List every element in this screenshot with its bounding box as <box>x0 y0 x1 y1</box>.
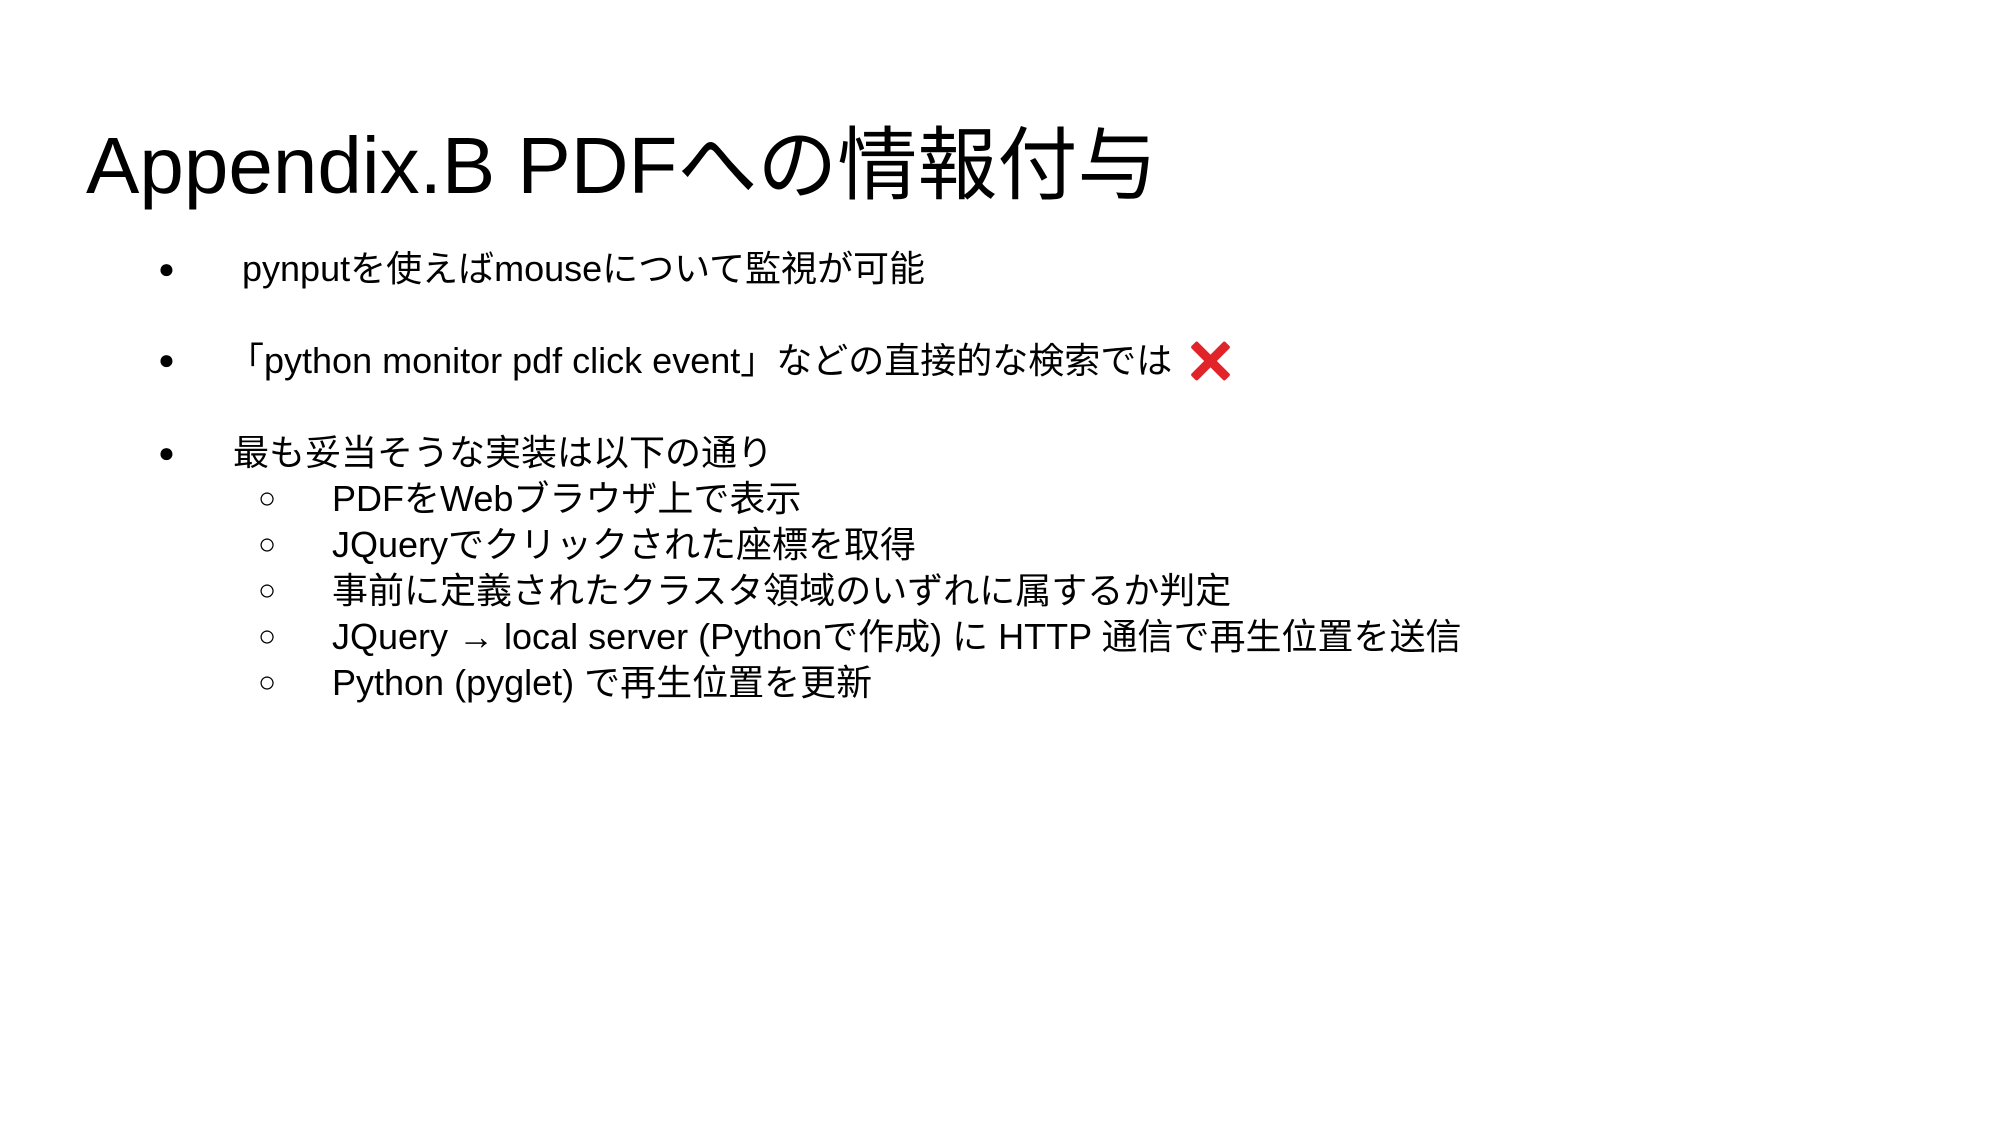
sub-bullet-text: JQuery → local server (Pythonで作成) に HTTP… <box>332 616 1462 657</box>
sub-bullet-text: 事前に定義されたクラスタ領域のいずれに属するか判定 <box>332 570 1232 611</box>
bullet-marker: ● <box>158 437 175 468</box>
sub-bullet-text: PDFをWebブラウザ上で表示 <box>332 478 802 519</box>
bullet-item-search: 「python monitor pdf click event」などの直接的な検… <box>228 337 1232 384</box>
bullet-marker: ● <box>158 344 175 375</box>
sub-bullet-marker: ○ <box>258 482 277 515</box>
bullet-marker: ● <box>158 253 175 284</box>
sub-bullet-marker: ○ <box>258 666 277 699</box>
sub-bullet-marker: ○ <box>258 528 277 561</box>
slide: Appendix.B PDFへの情報付与 ● pynputを使えばmouseにつ… <box>0 0 2000 1125</box>
sub-bullet-text: Python (pyglet) で再生位置を更新 <box>332 662 873 703</box>
bullet-text: 最も妥当そうな実装は以下の通り <box>233 432 774 473</box>
sub-bullet-text: JQueryでクリックされた座標を取得 <box>332 524 917 565</box>
bullet-text: 「python monitor pdf click event」などの直接的な検… <box>228 340 1173 381</box>
sub-bullet-marker: ○ <box>258 620 277 653</box>
sub-bullet-marker: ○ <box>258 574 277 607</box>
bullet-text: pynputを使えばmouseについて監視が可能 <box>242 248 926 289</box>
cross-mark-icon <box>1188 337 1232 381</box>
slide-title: Appendix.B PDFへの情報付与 <box>86 121 1158 210</box>
